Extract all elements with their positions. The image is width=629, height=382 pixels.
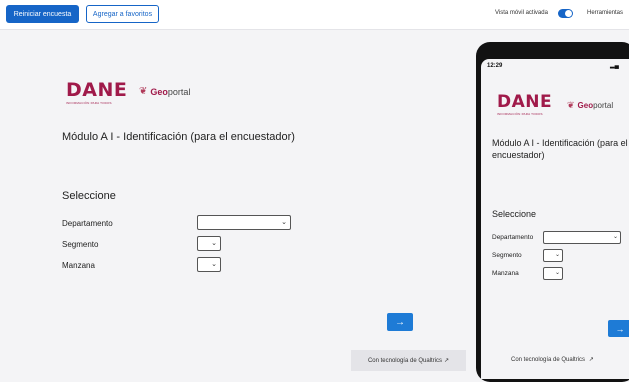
condor-icon: ❦ [567,100,575,110]
preview-toolbar: Reiniciar encuesta Agregar a favoritos V… [0,0,629,30]
phone-segmento-label: Segmento [492,252,522,259]
add-favorites-button[interactable]: Agregar a favoritos [86,5,159,23]
mobile-view-toggle[interactable] [558,9,573,18]
manzana-select[interactable]: ⌄ [197,257,221,272]
phone-geoportal-logo: ❦ Geoportal [567,100,613,111]
segmento-label: Segmento [62,240,99,249]
phone-time: 12:29 [487,63,503,69]
next-button[interactable]: → [387,313,413,331]
geoportal-logo: ❦ Geoportal [139,86,190,97]
chevron-down-icon: ⌄ [281,219,287,226]
phone-geoportal-suffix: portal [593,101,614,110]
restart-survey-button[interactable]: Reiniciar encuesta [6,5,79,23]
signal-icon: ▂▄ [610,63,619,69]
phone-dane-tagline: INFORMACIÓN PARA TODOS [497,112,543,116]
departamento-select[interactable]: ⌄ [197,215,291,230]
chevron-down-icon: ⌄ [211,240,217,247]
phone-qualtrics-label: Con tecnología de Qualtrics [511,357,586,363]
phone-screen: 12:29 ▂▄ DANE INFORMACIÓN PARA TODOS ❦ G… [481,59,629,379]
phone-next-button[interactable]: → [608,320,629,337]
phone-dane-brand: DANE [497,92,553,112]
phone-manzana-label: Manzana [492,270,519,277]
phone-section-heading: Seleccione [492,209,537,219]
mobile-view-label: Vista móvil activada [495,10,548,16]
survey-title: Módulo A I - Identificación (para el enc… [62,131,295,143]
geoportal-prefix: Geo [150,86,168,97]
tools-menu[interactable]: Herramientas [587,10,623,16]
section-heading: Seleccione [62,190,116,202]
dane-logo: DANE INFORMACIÓN PARA TODOS [66,79,128,106]
dane-brand: DANE [66,79,128,101]
segmento-select[interactable]: ⌄ [197,236,221,251]
departamento-label: Departamento [62,219,113,228]
toggle-knob [565,10,572,17]
qualtrics-link[interactable]: Con tecnología de Qualtrics ↗ [351,350,466,371]
external-link-icon: ↗ [588,357,594,363]
geoportal-suffix: portal [167,86,191,97]
phone-dane-logo: DANE INFORMACIÓN PARA TODOS [497,92,553,117]
qualtrics-label: Con tecnología de Qualtrics [367,357,442,364]
chevron-down-icon: ⌄ [554,270,560,276]
chevron-down-icon: ⌄ [211,261,217,268]
phone-manzana-select[interactable]: ⌄ [543,267,563,280]
chevron-down-icon: ⌄ [612,234,618,240]
dane-tagline: INFORMACIÓN PARA TODOS [66,101,112,105]
manzana-label: Manzana [62,261,95,270]
chevron-down-icon: ⌄ [554,252,560,258]
phone-departamento-select[interactable]: ⌄ [543,231,621,244]
phone-departamento-label: Departamento [492,234,534,241]
phone-survey-title: Módulo A I - Identificación (para el enc… [492,138,628,160]
phone-geoportal-prefix: Geo [577,101,594,110]
phone-qualtrics-link[interactable]: Con tecnología de Qualtrics ↗ [511,356,594,363]
phone-segmento-select[interactable]: ⌄ [543,249,563,262]
external-link-icon: ↗ [444,358,450,364]
condor-icon: ❦ [139,86,148,97]
